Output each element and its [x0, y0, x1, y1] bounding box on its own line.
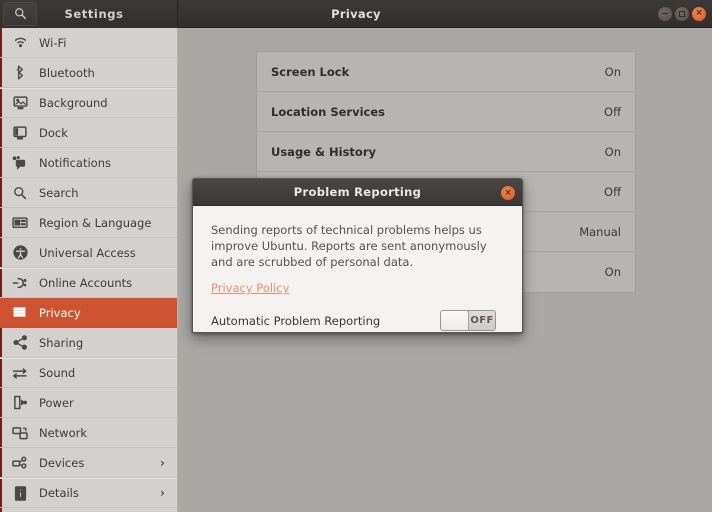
network-icon	[10, 424, 30, 442]
close-icon: ×	[504, 187, 512, 198]
page-title: Privacy	[331, 6, 381, 21]
row-value: On	[604, 64, 621, 79]
dialog-close-button[interactable]: ×	[501, 186, 515, 200]
row-label: Screen Lock	[271, 64, 350, 79]
table-row[interactable]: Usage & History On	[257, 132, 635, 172]
sidebar-item-region-language[interactable]: Region & Language	[0, 208, 177, 238]
titlebar-right-pane: Privacy ×	[178, 0, 712, 28]
toggle-label: Automatic Problem Reporting	[211, 313, 381, 328]
sidebar-item-label: Privacy	[39, 305, 81, 320]
automatic-problem-reporting-toggle[interactable]: OFF	[440, 310, 496, 331]
sidebar-item-online-accounts[interactable]: Online Accounts	[0, 268, 177, 298]
sidebar-item-label: Devices	[39, 455, 85, 470]
window-titlebar: Settings Privacy ×	[0, 0, 712, 28]
power-icon	[10, 394, 30, 412]
sidebar-item-search[interactable]: Search	[0, 178, 177, 208]
sidebar-item-label: Power	[39, 395, 74, 410]
wifi-icon	[10, 34, 30, 52]
minimize-button[interactable]	[658, 6, 672, 21]
automatic-problem-reporting-row: Automatic Problem Reporting OFF	[211, 310, 496, 331]
sharing-icon	[10, 334, 30, 352]
sidebar-item-label: Sound	[39, 366, 76, 380]
settings-window: Settings Privacy × Wi-Fi Bluetooth Backg…	[0, 0, 712, 512]
sidebar-item-sharing[interactable]: Sharing	[0, 328, 177, 358]
sidebar-item-background[interactable]: Background	[0, 88, 177, 118]
row-value: Manual	[579, 224, 621, 239]
close-icon: ×	[695, 8, 703, 18]
online-accounts-icon	[10, 274, 30, 292]
sidebar-item-label: Online Accounts	[39, 276, 133, 290]
close-button[interactable]: ×	[692, 6, 706, 21]
row-label: Usage & History	[271, 144, 376, 159]
maximize-icon	[679, 10, 685, 17]
problem-reporting-dialog: Problem Reporting × Sending reports of t…	[192, 178, 523, 333]
row-label: Location Services	[271, 104, 385, 119]
window-controls: ×	[658, 0, 706, 28]
sound-icon	[10, 364, 30, 382]
sidebar-item-universal-access[interactable]: Universal Access	[0, 238, 177, 268]
maximize-button[interactable]	[675, 6, 689, 21]
sidebar-item-power[interactable]: Power	[0, 388, 177, 418]
sidebar-item-sound[interactable]: Sound	[0, 358, 177, 388]
sidebar-item-label: Notifications	[39, 155, 111, 170]
region-language-icon	[10, 214, 30, 232]
sidebar-item-label: Universal Access	[39, 245, 136, 260]
privacy-icon	[10, 304, 30, 322]
toggle-state-label: OFF	[470, 315, 494, 326]
sidebar-item-privacy[interactable]: Privacy	[0, 298, 177, 328]
minimize-icon	[662, 12, 668, 15]
row-value: Off	[604, 104, 621, 119]
chevron-right-icon: ›	[160, 486, 165, 500]
table-row[interactable]: Screen Lock On	[257, 52, 635, 92]
sidebar-item-wifi[interactable]: Wi-Fi	[0, 28, 177, 58]
sidebar-item-label: Dock	[39, 125, 68, 140]
sidebar-item-dock[interactable]: Dock	[0, 118, 177, 148]
sidebar-item-label: Region & Language	[39, 215, 152, 230]
sidebar-item-bluetooth[interactable]: Bluetooth	[0, 58, 177, 88]
dialog-description: Sending reports of technical problems he…	[211, 223, 487, 269]
dock-icon	[10, 124, 30, 142]
universal-access-icon	[10, 244, 30, 262]
chevron-right-icon: ›	[160, 455, 165, 470]
sidebar-item-label: Network	[39, 425, 88, 440]
table-row[interactable]: Location Services Off	[257, 92, 635, 132]
sidebar-item-label: Wi-Fi	[39, 35, 67, 50]
row-value: Off	[604, 184, 621, 199]
settings-sidebar: Wi-Fi Bluetooth Background Dock Notifica	[0, 28, 178, 512]
row-value: On	[604, 265, 621, 279]
sidebar-item-label: Background	[39, 96, 108, 110]
sidebar-item-devices[interactable]: Devices ›	[0, 448, 177, 478]
background-icon	[10, 94, 30, 112]
dialog-title: Problem Reporting	[293, 185, 422, 199]
sidebar-item-notifications[interactable]: Notifications	[0, 148, 177, 178]
devices-icon	[10, 454, 30, 472]
row-value: On	[604, 144, 621, 159]
sidebar-item-details[interactable]: Details ›	[0, 478, 177, 508]
dialog-titlebar: Problem Reporting ×	[193, 179, 522, 206]
sidebar-item-label: Details	[39, 486, 79, 500]
details-icon	[10, 484, 30, 502]
dialog-body: Sending reports of technical problems he…	[193, 206, 522, 331]
notifications-icon	[10, 154, 30, 172]
sidebar-item-label: Search	[39, 185, 79, 200]
sidebar-item-label: Sharing	[39, 335, 84, 350]
sidebar-item-label: Bluetooth	[39, 65, 95, 80]
bluetooth-icon	[10, 64, 30, 82]
sidebar-item-network[interactable]: Network	[0, 418, 177, 448]
search-icon	[10, 184, 30, 202]
privacy-policy-link[interactable]: Privacy Policy	[211, 281, 289, 295]
toggle-knob	[441, 311, 469, 330]
